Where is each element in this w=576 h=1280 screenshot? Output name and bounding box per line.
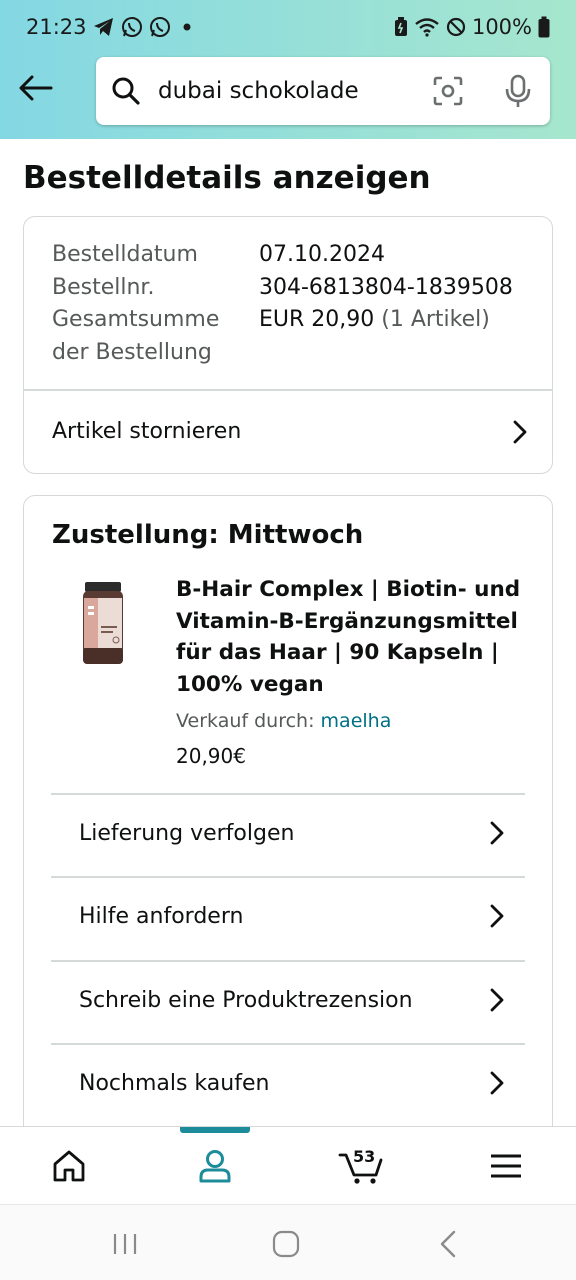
cancel-items-link[interactable]: Artikel stornieren [24, 390, 552, 473]
order-number-value: 304-6813804-1839508 [259, 274, 513, 300]
active-tab-indicator [180, 1127, 250, 1133]
chevron-right-icon [485, 988, 509, 1012]
status-bar: 21:23 100% [0, 0, 576, 54]
action-label: Hilfe anfordern [79, 903, 244, 929]
product-price: 20,90€ [176, 744, 246, 768]
wifi-icon [414, 17, 440, 37]
page-title: Bestelldetails anzeigen [23, 160, 431, 196]
system-nav-bar [0, 1204, 576, 1280]
recents-icon[interactable] [105, 1227, 145, 1261]
do-not-disturb-icon [446, 17, 466, 37]
order-number-label: Bestellnr. [52, 274, 155, 300]
order-total-items: (1 Artikel) [381, 307, 490, 332]
chevron-right-icon [508, 420, 532, 444]
back-chevron-icon[interactable] [428, 1227, 468, 1261]
telegram-icon [93, 17, 115, 37]
action-label: Schreib eine Produktrezension [79, 987, 413, 1013]
app-header: 21:23 100% dubai schokolade [0, 0, 576, 139]
seller-link[interactable]: maelha [321, 710, 392, 732]
track-package-button[interactable]: Lieferung verfolgen [79, 793, 509, 873]
arrow-left-icon [19, 75, 53, 105]
order-total-label-line1: Gesamtsumme [52, 307, 220, 332]
delivery-title: Zustellung: Mittwoch [52, 520, 364, 550]
delivery-card: Zustellung: Mittwoch B-Hair Complex | Bi… [23, 495, 553, 1155]
bottom-nav: 53 [0, 1126, 576, 1204]
order-total-amount: EUR 20,90 [259, 307, 375, 332]
battery-percent: 100% [471, 15, 532, 39]
order-date-value: 07.10.2024 [259, 242, 385, 267]
menu-icon[interactable] [482, 1145, 530, 1187]
chevron-right-icon [485, 904, 509, 928]
battery-saver-icon [394, 17, 408, 37]
account-icon[interactable] [191, 1145, 239, 1187]
buy-again-button[interactable]: Nochmals kaufen [79, 1043, 509, 1123]
write-review-button[interactable]: Schreib eine Produktrezension [79, 960, 509, 1040]
product-title[interactable]: B-Hair Complex | Biotin- und Vitamin-B-E… [176, 574, 526, 700]
order-total-value: EUR 20,90 (1 Artikel) [259, 304, 490, 337]
status-time: 21:23 [26, 15, 87, 39]
whatsapp-icon [149, 16, 171, 38]
seller-info: Verkauf durch: maelha [176, 710, 391, 732]
whatsapp-icon [121, 16, 143, 38]
battery-icon [538, 16, 550, 38]
search-icon [110, 75, 142, 107]
dot-icon [183, 23, 191, 31]
search-input[interactable]: dubai schokolade [158, 78, 430, 104]
camera-scan-icon[interactable] [430, 73, 466, 109]
order-total-label-line2: der Bestellung [52, 339, 212, 365]
search-bar[interactable]: dubai schokolade [96, 57, 550, 125]
home-circle-icon[interactable] [266, 1227, 306, 1261]
order-date-label: Bestelldatum [52, 242, 198, 267]
back-button[interactable] [14, 68, 58, 112]
cart-count-badge: 53 [353, 1147, 376, 1166]
get-help-button[interactable]: Hilfe anfordern [79, 876, 509, 956]
action-label: Nochmals kaufen [79, 1070, 270, 1096]
chevron-right-icon [485, 1071, 509, 1095]
action-label: Lieferung verfolgen [79, 820, 295, 846]
home-icon[interactable] [45, 1145, 93, 1187]
chevron-right-icon [485, 821, 509, 845]
microphone-icon[interactable] [500, 73, 536, 109]
seller-prefix: Verkauf durch: [176, 710, 321, 732]
product-image[interactable] [80, 582, 126, 666]
cancel-items-label: Artikel stornieren [52, 419, 242, 444]
order-summary-card: Bestelldatum 07.10.2024 Bestellnr. 304-6… [23, 216, 553, 474]
